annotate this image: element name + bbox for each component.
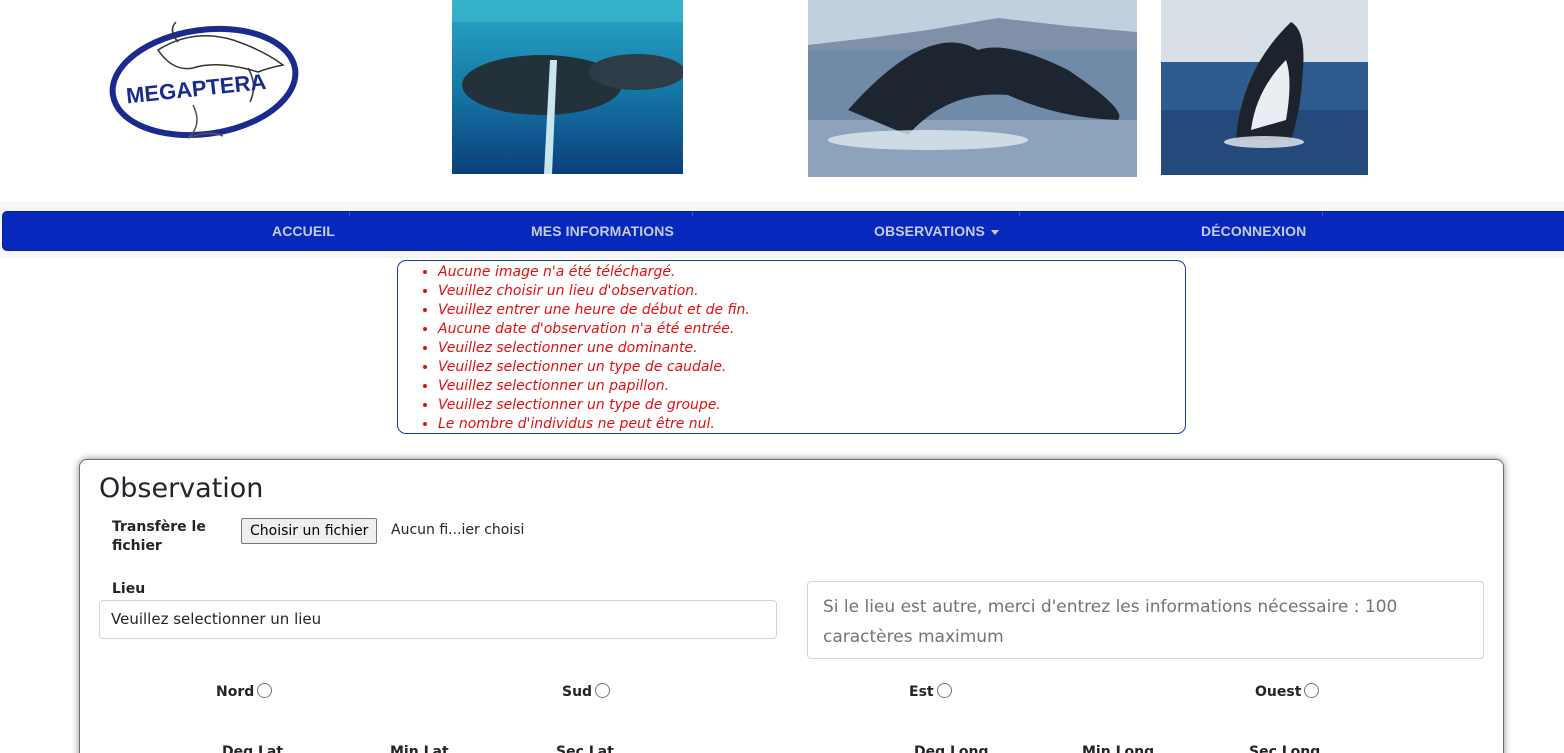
error-item: Veuillez choisir un lieu d'observation. <box>438 282 1185 301</box>
nav-observations-dropdown[interactable]: OBSERVATIONS <box>874 212 999 250</box>
observation-form-card: Observation Transfère le fichier Choisir… <box>79 459 1504 753</box>
error-messages-box: Aucune image n'a été téléchargé. Veuille… <box>397 260 1186 434</box>
whale-breach-photo <box>1161 0 1368 175</box>
form-title: Observation <box>99 473 264 504</box>
radio-ouest-label: Ouest <box>1255 684 1302 700</box>
whale-underwater-photo <box>452 0 683 174</box>
nav-accueil[interactable]: ACCUEIL <box>272 212 335 250</box>
radio-sud-group: Sud <box>562 680 611 700</box>
error-item: Le nombre d'individus ne peut être nul. <box>438 415 1185 434</box>
main-navbar: ACCUEIL MES INFORMATIONS OBSERVATIONS DÉ… <box>2 211 1564 251</box>
error-item: Aucune date d'observation n'a été entrée… <box>438 320 1185 339</box>
radio-est[interactable] <box>936 682 952 698</box>
nav-separator <box>1019 212 1020 216</box>
error-item: Veuillez selectionner un type de groupe. <box>438 396 1185 415</box>
error-item: Aucune image n'a été téléchargé. <box>438 263 1185 282</box>
deg-lat-label: Deg Lat <box>222 744 284 753</box>
lieu-autre-textarea[interactable]: Si le lieu est autre, merci d'entrez les… <box>807 581 1484 659</box>
error-list: Aucune image n'a été téléchargé. Veuille… <box>438 263 1185 434</box>
lieu-label: Lieu <box>112 581 146 597</box>
min-long-label: Min Long <box>1082 744 1155 753</box>
whale-tail-photo <box>808 0 1137 177</box>
lieu-select[interactable]: Veuillez selectionner un lieu <box>99 600 777 639</box>
sec-lat-label: Sec Lat <box>556 744 614 753</box>
deg-long-label: Deg Long <box>914 744 989 753</box>
sec-long-label: Sec Long <box>1249 744 1321 753</box>
radio-nord-label: Nord <box>216 684 255 700</box>
radio-est-label: Est <box>909 684 934 700</box>
logo-text: MEGAPTERA <box>125 69 268 109</box>
nav-deconnexion[interactable]: DÉCONNEXION <box>1201 212 1306 250</box>
nav-separator <box>1322 212 1323 216</box>
nav-mes-informations[interactable]: MES INFORMATIONS <box>531 212 674 250</box>
nav-separator <box>692 212 693 216</box>
error-item: Veuillez selectionner un papillon. <box>438 377 1185 396</box>
megaptera-logo: MEGAPTERA <box>98 10 310 194</box>
file-upload-label: Transfère le fichier <box>112 519 206 554</box>
error-item: Veuillez entrer une heure de début et de… <box>438 301 1185 320</box>
header-banner: MEGAPTERA <box>0 0 1564 202</box>
min-lat-label: Min Lat <box>390 744 449 753</box>
nav-observations-label: OBSERVATIONS <box>874 223 985 239</box>
radio-nord[interactable] <box>257 682 273 698</box>
file-status-text: Aucun fi...ier choisi <box>391 522 525 538</box>
error-item: Veuillez selectionner un type de caudale… <box>438 358 1185 377</box>
radio-ouest[interactable] <box>1304 682 1320 698</box>
radio-est-group: Est <box>909 680 952 700</box>
error-item: Veuillez selectionner une dominante. <box>438 339 1185 358</box>
radio-nord-group: Nord <box>216 680 273 700</box>
choose-file-button[interactable]: Choisir un fichier <box>241 518 378 544</box>
nav-wrapper: ACCUEIL MES INFORMATIONS OBSERVATIONS DÉ… <box>0 202 1564 258</box>
radio-ouest-group: Ouest <box>1255 680 1320 700</box>
radio-sud[interactable] <box>595 682 611 698</box>
caret-down-icon <box>990 229 999 235</box>
nav-separator <box>349 212 350 216</box>
radio-sud-label: Sud <box>562 684 593 700</box>
